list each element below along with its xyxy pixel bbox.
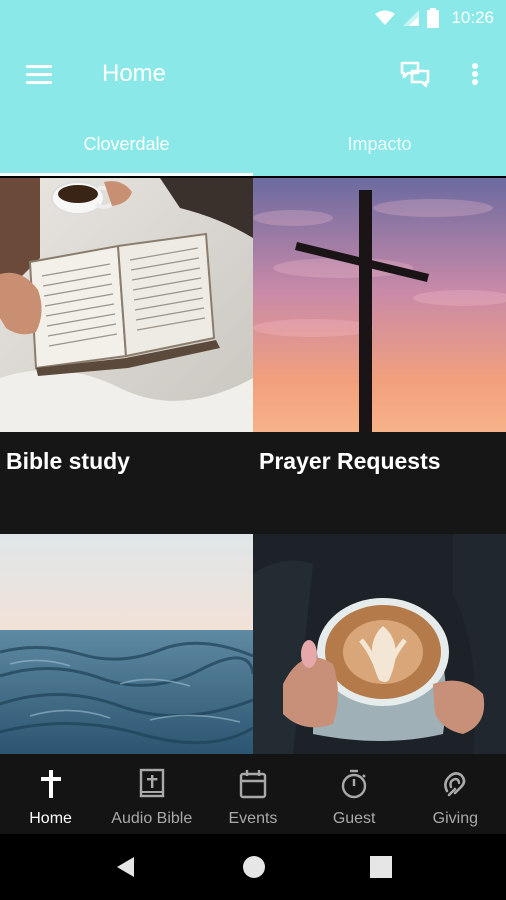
chat-button[interactable]	[398, 57, 434, 93]
menu-icon	[26, 65, 52, 68]
battery-icon	[427, 8, 440, 28]
card-ocean[interactable]	[0, 534, 253, 754]
card-bible-study[interactable]: Bible study	[0, 178, 253, 534]
prayer-requests-image	[253, 178, 506, 432]
nav-giving[interactable]: Giving	[405, 754, 506, 834]
wifi-icon	[375, 10, 396, 25]
recents-square-icon[interactable]	[369, 855, 393, 879]
nav-label: Audio Bible	[111, 810, 193, 827]
bible-study-image	[0, 178, 253, 432]
status-time: 10:26	[451, 8, 494, 27]
card-prayer-requests[interactable]: Prayer Requests	[253, 178, 506, 534]
content-grid: Bible study Prayer Requests	[0, 178, 506, 754]
nav-home[interactable]: Home	[0, 754, 101, 834]
status-icons: 10:26	[375, 6, 494, 30]
calendar-icon	[239, 770, 267, 799]
tab-cloverdale[interactable]: Cloverdale	[0, 112, 253, 176]
ocean-image	[0, 534, 253, 754]
tab-impacto[interactable]: Impacto	[253, 112, 506, 176]
cross-icon	[40, 770, 61, 798]
page-title: Home	[102, 60, 167, 87]
card-title: Prayer Requests	[259, 448, 441, 474]
bottom-navigation: Home Audio Bible Events Guest Giving	[0, 754, 506, 834]
nav-label: Guest	[332, 810, 376, 827]
more-vert-icon	[472, 63, 478, 85]
nav-label: Home	[29, 810, 72, 827]
home-circle-icon[interactable]	[242, 855, 266, 879]
nav-audio-bible[interactable]: Audio Bible	[101, 754, 202, 834]
menu-button[interactable]	[24, 60, 54, 90]
bible-icon	[139, 768, 164, 798]
giving-icon	[444, 772, 466, 797]
nav-label: Giving	[432, 810, 479, 827]
card-coffee[interactable]	[253, 534, 506, 754]
nav-guest[interactable]: Guest	[304, 754, 405, 834]
back-icon[interactable]	[114, 855, 138, 879]
tab-bar: Cloverdale Impacto	[0, 112, 506, 176]
card-title: Bible study	[6, 448, 130, 474]
status-bar: 10:26	[0, 0, 506, 36]
chat-icon	[400, 61, 430, 88]
app-bar: Home	[0, 36, 506, 112]
more-options-button[interactable]	[462, 57, 488, 93]
stopwatch-icon	[341, 769, 367, 799]
nav-label: Events	[228, 810, 278, 827]
system-navigation-bar	[0, 834, 506, 900]
cell-signal-icon	[403, 10, 420, 26]
coffee-image	[253, 534, 506, 754]
nav-events[interactable]: Events	[202, 754, 303, 834]
